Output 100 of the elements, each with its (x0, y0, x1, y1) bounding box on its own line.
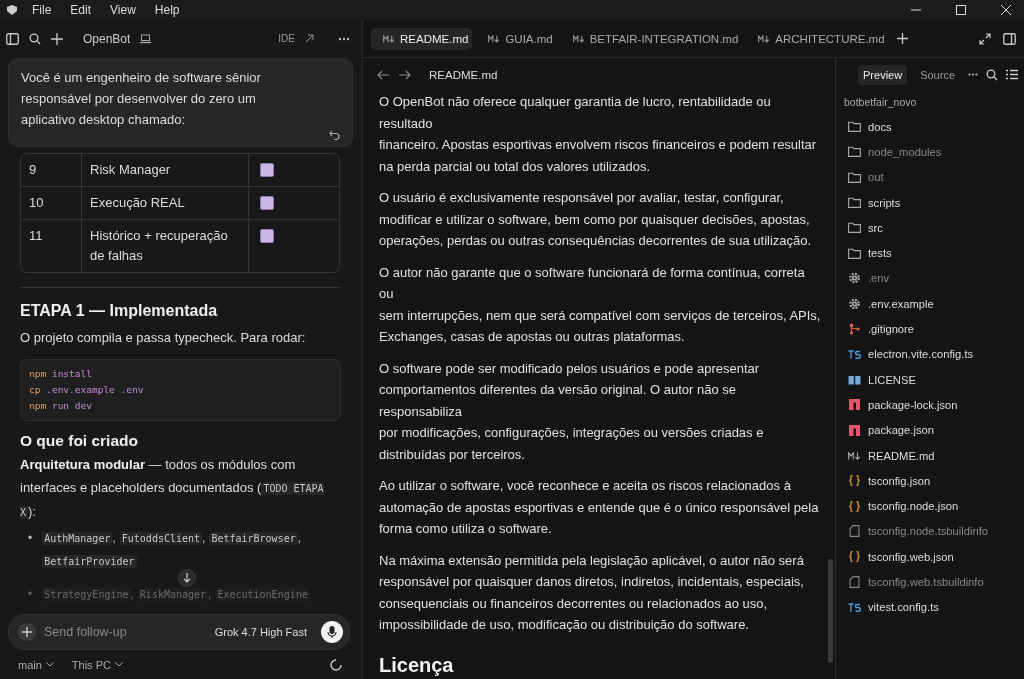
table-cell: 11 (21, 220, 82, 272)
follow-up-input[interactable]: Send follow-up (44, 625, 207, 639)
more-icon[interactable] (968, 73, 978, 76)
markdown-icon (572, 34, 585, 43)
bullet-marker: • (28, 530, 33, 547)
editor-tab[interactable]: ARCHITECTURE.md (746, 27, 889, 50)
typescript-icon (848, 349, 861, 359)
plus-icon[interactable] (18, 623, 36, 641)
microphone-icon[interactable] (321, 621, 343, 643)
file-tree-item[interactable]: tsconfig.node.json (844, 493, 1024, 519)
menu-item[interactable]: Help (154, 3, 180, 17)
file-tree-item[interactable]: .gitignore (844, 316, 1024, 342)
paragraph: O software pode ser modificado pelos usuários e pode apresentar comportamentos diferentes da versão original. O autor não se responsabiliza por modificações, configurações, integrações ou versões criadas e distribuídas por terceiros. (379, 359, 764, 464)
file-tree-item[interactable]: out (844, 164, 1024, 190)
code-line: npm install (29, 367, 93, 381)
file-tree-item[interactable]: tsconfig.web.tsbuildinfo (844, 569, 1024, 595)
branch-icon (848, 323, 861, 335)
maximize-icon[interactable] (956, 5, 966, 15)
plus-icon[interactable] (51, 32, 63, 45)
table-cell: Risk Manager (82, 154, 249, 186)
file-tree-item[interactable]: .env.example (844, 291, 1024, 317)
file-tree-item[interactable]: tsconfig.web.json (844, 544, 1024, 570)
folder-icon (848, 197, 861, 209)
file-tree-item[interactable]: tests (844, 240, 1024, 266)
table-cell: 9 (21, 154, 82, 186)
file-icon (848, 576, 861, 588)
gear-icon (848, 297, 861, 310)
folder-icon (848, 121, 861, 133)
table-cell: Histórico + recuperação de falhas (82, 220, 249, 272)
package-icon (848, 399, 861, 411)
editor-tab[interactable]: README.md (371, 27, 473, 50)
list-item: StrategyEngine , RiskManager , ExecutionEngine (42, 586, 311, 603)
file-tree-item[interactable]: src (844, 215, 1024, 241)
scrollbar[interactable] (828, 559, 833, 663)
table-cell: Execução REAL (82, 187, 249, 219)
package-icon (848, 424, 861, 436)
file-tree-item[interactable]: docs (844, 114, 1024, 140)
file-tree-item[interactable]: node_modules (844, 139, 1024, 165)
braces-icon (848, 475, 861, 487)
close-icon[interactable] (1001, 5, 1011, 15)
menu-item[interactable]: File (32, 3, 52, 17)
section-heading: ETAPA 1 — Implementada (20, 302, 219, 320)
chevron-down-icon (114, 662, 123, 667)
file-tree-item[interactable]: LICENSE (844, 366, 1024, 393)
file-tree-item[interactable]: package-lock.json (844, 392, 1024, 418)
markdown-icon (383, 34, 395, 43)
panel-toggle-icon[interactable] (1003, 32, 1016, 45)
undo-icon[interactable] (329, 130, 340, 140)
editor-tab[interactable]: GUIA.md (476, 27, 557, 50)
spinner-icon (330, 658, 342, 671)
section-heading: Licença (379, 653, 455, 677)
search-icon[interactable] (29, 32, 41, 45)
file-tree-item[interactable]: tsconfig.json (844, 468, 1024, 494)
status-square-icon (260, 229, 274, 243)
folder-icon (848, 247, 861, 259)
file-icon (848, 525, 861, 538)
file-breadcrumb: README.md (429, 68, 498, 81)
expand-icon[interactable] (979, 32, 991, 45)
file-tree-item[interactable]: README.md (844, 442, 1024, 469)
status-square-icon (260, 163, 274, 177)
scroll-down-button[interactable] (178, 569, 196, 587)
search-icon[interactable] (986, 68, 998, 81)
project-name[interactable]: OpenBot (83, 31, 131, 46)
menu-item[interactable]: Edit (70, 3, 92, 17)
code-line: cp .env.example .env (29, 383, 145, 397)
paragraph: O projeto compila e passa typecheck. Para rodar: (20, 329, 307, 347)
editor-tab[interactable]: BETFAIR-INTEGRATION.md (560, 27, 743, 50)
file-tree-item[interactable]: .env (844, 265, 1024, 292)
file-tree-item[interactable]: tsconfig.node.tsbuildinfo (844, 518, 1024, 545)
back-arrow-icon[interactable] (377, 69, 389, 80)
paragraph: Na máxima extensão permitida pela legislação aplicável, o autor não será responsável por quaisquer danos diretos, indiretos, incidentais, especiais, consequenciais ou financeiros decorrentes ou relacionados ao uso, impossibilidade de uso, modificação ou distribuição do software. (379, 551, 804, 634)
message-text: Você é um engenheiro de software sênior responsável por desenvolver do zero um aplicativo desktop chamado: (21, 69, 262, 129)
view-mode-tab[interactable]: Preview (858, 64, 908, 85)
menu-item[interactable]: View (110, 3, 136, 17)
more-icon[interactable] (338, 36, 350, 41)
app-logo-icon (6, 4, 18, 16)
section-heading: O que foi criado (20, 432, 139, 450)
braces-icon (848, 551, 861, 563)
ide-link[interactable]: IDE (278, 33, 295, 44)
plus-icon[interactable] (896, 33, 908, 44)
file-tree-item[interactable]: electron.vite.config.ts (844, 341, 1024, 367)
location-selector[interactable]: This PC (71, 658, 111, 671)
view-mode-tab[interactable]: Source (915, 64, 960, 85)
branch-selector[interactable]: main (18, 658, 42, 671)
braces-icon (848, 500, 861, 512)
markdown-icon (488, 34, 501, 43)
arrow-down-icon (183, 573, 191, 583)
sidebar-toggle-icon[interactable] (6, 32, 19, 45)
forward-arrow-icon[interactable] (399, 69, 411, 80)
list-item: AuthManager , FutoddsClient , BetfairBrowser , BetfairProvider (42, 530, 303, 570)
file-tree-item[interactable]: vitest.config.ts (844, 594, 1024, 620)
markdown-icon (848, 451, 861, 460)
book-icon (848, 374, 861, 385)
file-tree-item[interactable]: scripts (844, 189, 1024, 216)
list-icon[interactable] (1006, 69, 1018, 80)
model-selector[interactable]: Grok 4.7 High Fast (214, 626, 307, 638)
file-tree-item[interactable]: package.json (844, 417, 1024, 443)
bullet-marker: • (28, 586, 33, 603)
laptop-icon (140, 33, 152, 44)
table-cell: 10 (21, 187, 82, 219)
